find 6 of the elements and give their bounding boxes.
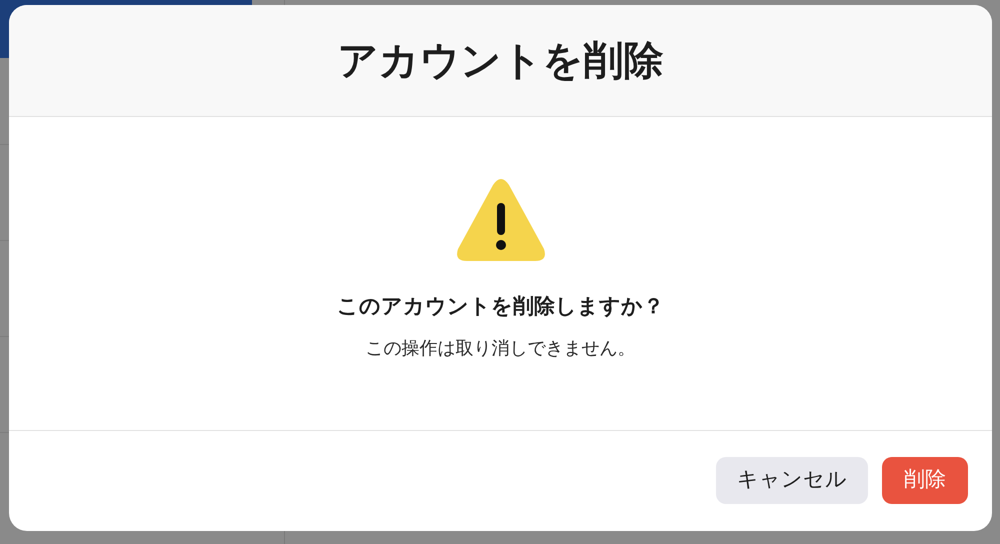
cancel-button[interactable]: キャンセル [716, 456, 868, 504]
delete-button[interactable]: 削除 [882, 456, 968, 504]
warning-message: この操作は取り消しできません。 [366, 336, 636, 360]
dialog-title: アカウントを削除 [338, 38, 664, 84]
confirmation-question: このアカウントを削除しますか？ [337, 294, 664, 320]
warning-icon [454, 179, 546, 263]
